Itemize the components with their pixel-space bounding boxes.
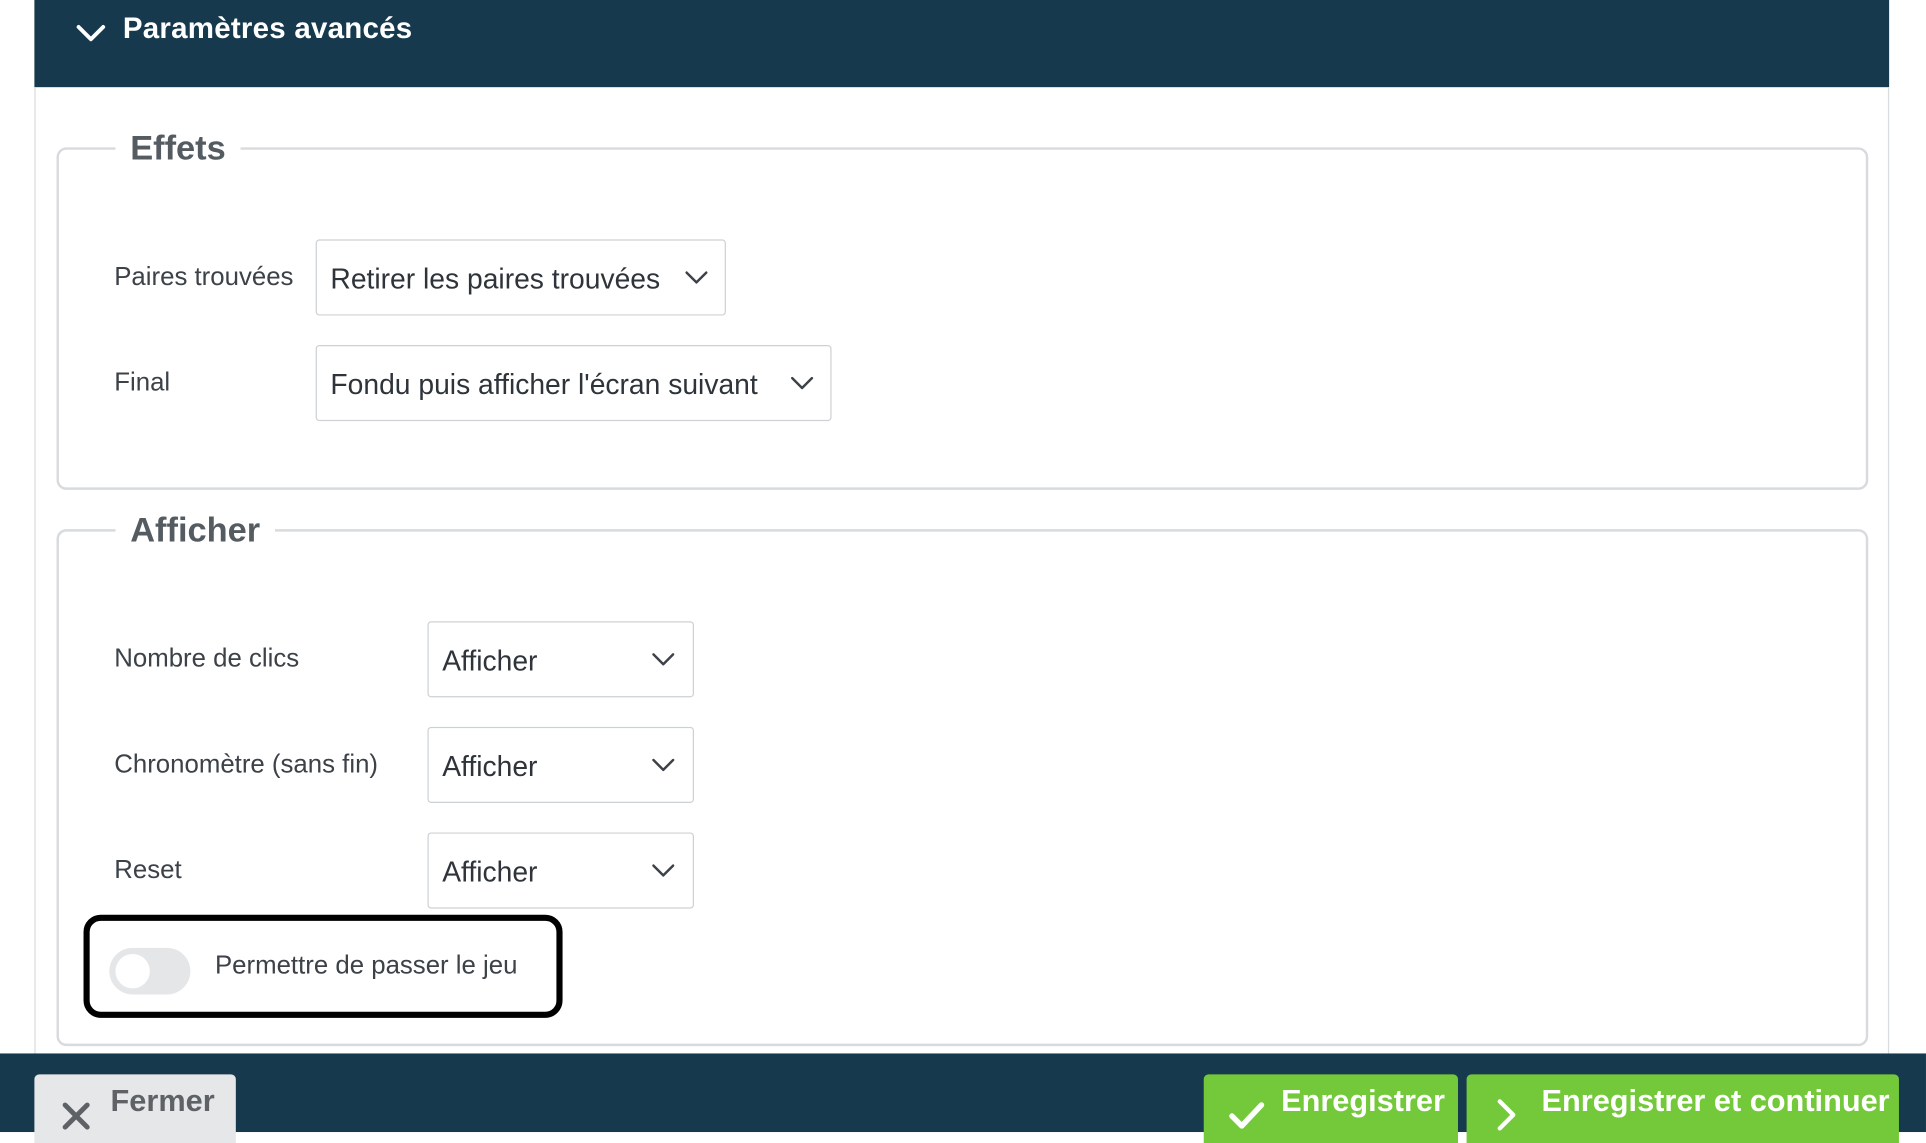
afficher-legend: Afficher <box>130 510 261 549</box>
final-select[interactable]: Fondu puis afficher l'écran suivant <box>315 345 832 422</box>
final-value: Fondu puis afficher l'écran suivant <box>330 368 758 401</box>
skip-game-highlight: Permettre de passer le jeu <box>83 914 563 1018</box>
effets-legend: Effets <box>130 128 226 167</box>
chronometre-value: Afficher <box>442 750 538 783</box>
nombre-de-clics-label: Nombre de clics <box>114 644 300 673</box>
paires-trouvees-label: Paires trouvées <box>114 262 294 291</box>
paires-trouvees-select[interactable]: Retirer les paires trouvées <box>315 239 726 316</box>
reset-select[interactable]: Afficher <box>427 832 694 909</box>
reset-label: Reset <box>114 855 182 885</box>
save-and-continue-label: Enregistrer et continuer <box>1541 1084 1890 1119</box>
paires-trouvees-value: Retirer les paires trouvées <box>330 262 661 295</box>
nombre-de-clics-value: Afficher <box>442 644 538 677</box>
section-title: Paramètres avancés <box>122 12 413 46</box>
save-button-label: Enregistrer <box>1281 1084 1445 1119</box>
chevron-down-icon <box>652 864 675 877</box>
chronometre-label: Chronomètre (sans fin) <box>114 750 379 779</box>
footer-bar: Fermer Enregistrer Enregistrer et contin… <box>0 1053 1926 1143</box>
chronometre-select[interactable]: Afficher <box>427 726 694 803</box>
close-icon <box>62 1102 90 1130</box>
advanced-settings-panel: Paramètres avancés Effets Paires trouvée… <box>0 0 1926 1143</box>
chevron-right-icon <box>1497 1099 1516 1131</box>
save-and-continue-button[interactable]: Enregistrer et continuer <box>1466 1074 1899 1143</box>
chevron-down-icon <box>76 25 106 42</box>
chevron-down-icon <box>685 271 708 284</box>
chevron-down-icon <box>652 653 675 666</box>
close-button[interactable]: Fermer <box>34 1074 236 1143</box>
nombre-de-clics-select[interactable]: Afficher <box>427 621 694 698</box>
checkmark-icon <box>1229 1102 1265 1129</box>
chevron-down-icon <box>791 376 814 390</box>
skip-game-label: Permettre de passer le jeu <box>214 951 518 980</box>
reset-value: Afficher <box>442 855 538 888</box>
section-header[interactable]: Paramètres avancés <box>34 0 1890 88</box>
final-label: Final <box>114 368 171 397</box>
skip-game-toggle[interactable] <box>109 947 191 995</box>
chevron-down-icon <box>652 758 675 772</box>
toggle-knob <box>115 954 150 989</box>
close-button-label: Fermer <box>110 1084 215 1119</box>
save-button[interactable]: Enregistrer <box>1203 1074 1458 1143</box>
